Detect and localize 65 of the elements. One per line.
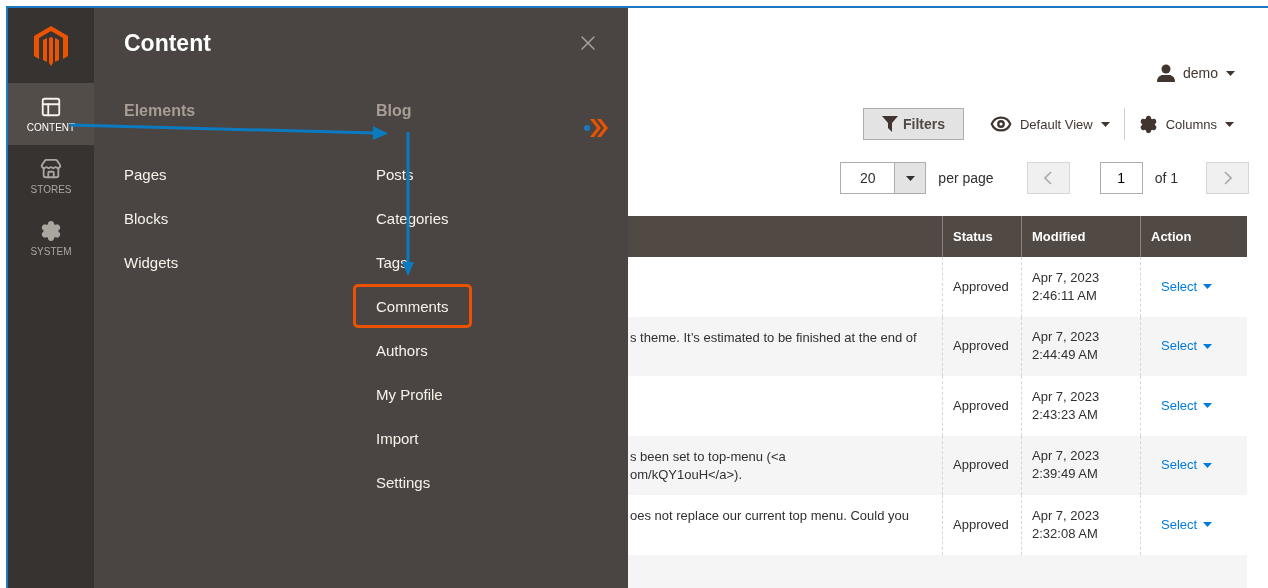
- time-text: 2:43:23 AM: [1032, 405, 1099, 424]
- menu-item[interactable]: Import: [376, 416, 419, 460]
- view-dropdown[interactable]: Default View: [989, 113, 1110, 135]
- comment-text: s theme. It’s estimated to be finished at the end of: [630, 328, 918, 347]
- comment-text: s been set to top-menu (<a: [630, 447, 787, 466]
- select-link[interactable]: Select: [1151, 337, 1239, 356]
- caret-icon: [1203, 522, 1213, 528]
- table-cell: Approved: [942, 316, 1021, 376]
- nav-item[interactable]: SYSTEM: [8, 207, 94, 269]
- date-text: Apr 7, 2023: [1032, 268, 1101, 287]
- logo-icon: [34, 25, 68, 66]
- time-text: 2:39:49 AM: [1032, 465, 1099, 484]
- chevron-left-icon: [1044, 171, 1053, 185]
- page-count: of 1: [1154, 170, 1178, 186]
- date-text: Apr 7, 2023: [1032, 387, 1101, 406]
- chevron-right-icon: [1223, 171, 1232, 185]
- caret-icon: [1203, 284, 1213, 290]
- column-header[interactable]: Action: [1140, 216, 1247, 257]
- menu-heading: Elements: [124, 102, 196, 121]
- layout-icon: [40, 95, 62, 118]
- table-cell: Approved: [942, 435, 1021, 495]
- store-icon: [40, 157, 62, 180]
- nav-item[interactable]: CONTENT: [8, 83, 94, 145]
- comment-text: oes not replace our current top menu. Could you: [630, 507, 910, 525]
- user-icon: [1156, 64, 1175, 82]
- filter-icon: [881, 116, 898, 132]
- page-input[interactable]: 1: [1099, 162, 1143, 194]
- previous-page-button[interactable]: [1026, 162, 1070, 194]
- filters-button[interactable]: Filters: [862, 108, 964, 140]
- column-header[interactable]: Status: [942, 216, 1021, 257]
- column-header[interactable]: Modified: [1021, 216, 1140, 257]
- next-page-button[interactable]: [1206, 162, 1249, 194]
- caret-icon: [1226, 70, 1235, 76]
- date-text: Apr 7, 2023: [1032, 506, 1101, 525]
- double-chevron-icon: [584, 118, 608, 138]
- caret-icon: [1100, 121, 1110, 127]
- time-text: 2:44:49 AM: [1032, 346, 1099, 365]
- menu-item[interactable]: Blocks: [124, 196, 169, 240]
- time-text: 2:46:11 AM: [1032, 286, 1098, 305]
- date-text: Apr 7, 2023: [1032, 328, 1101, 347]
- per-page-label: per page: [938, 170, 994, 186]
- time-text: 2:32:08 AM: [1032, 524, 1099, 543]
- select-link[interactable]: Select: [1151, 396, 1239, 415]
- nav-item[interactable]: STORES: [8, 145, 94, 207]
- menu-item[interactable]: Settings: [376, 460, 431, 504]
- menu-item[interactable]: Comments: [353, 284, 472, 328]
- user-menu[interactable]: demo: [1156, 64, 1235, 82]
- caret-icon: [1203, 462, 1213, 468]
- select-link[interactable]: Select: [1151, 515, 1239, 534]
- menu-item[interactable]: My Profile: [376, 372, 443, 416]
- date-text: Apr 7, 2023: [1032, 447, 1101, 466]
- menu-item[interactable]: Widgets: [124, 240, 179, 284]
- caret-icon: [1225, 121, 1234, 127]
- menu-item[interactable]: Pages: [124, 152, 167, 196]
- select-link[interactable]: Select: [1151, 277, 1239, 296]
- caret-icon: [905, 175, 915, 181]
- menu-title: Content: [124, 29, 211, 57]
- comment-text: om/kQY1ouH</a>).: [630, 465, 743, 484]
- columns-dropdown[interactable]: Columns: [1138, 114, 1234, 134]
- select-link[interactable]: Select: [1151, 456, 1239, 475]
- menu-item[interactable]: Authors: [376, 328, 428, 372]
- menu-heading: Blog: [376, 102, 412, 121]
- caret-icon: [1203, 403, 1213, 409]
- caret-icon: [1203, 343, 1213, 349]
- per-page-select[interactable]: 20: [840, 162, 927, 194]
